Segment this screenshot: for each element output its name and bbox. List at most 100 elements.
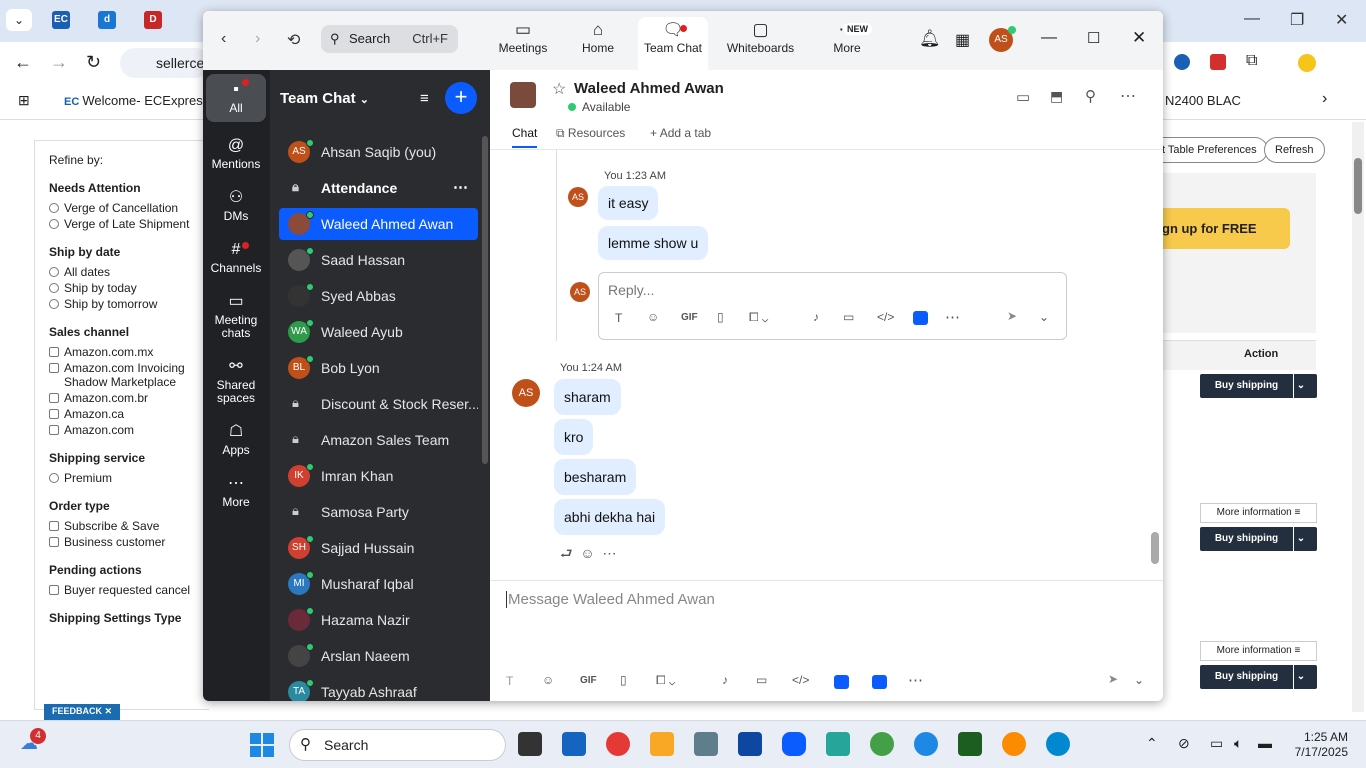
browser-restore-icon[interactable]: ❐	[1290, 10, 1304, 30]
star-icon[interactable]: ☆	[552, 79, 566, 99]
rail-mentions[interactable]: @ Mentions	[206, 134, 266, 171]
maximize-icon[interactable]: ☐	[1087, 29, 1100, 47]
chrome-profile-icon-3[interactable]	[1002, 732, 1026, 756]
filter-option[interactable]: Ship by today	[49, 281, 195, 295]
send-icon[interactable]: ➤	[1108, 672, 1118, 686]
file-explorer-icon[interactable]	[650, 732, 674, 756]
rail-channels[interactable]: # Channels	[206, 238, 266, 275]
rail-all[interactable]: ▪ All	[206, 74, 266, 122]
contact-item[interactable]: 🔒︎ Attendance ⋯	[279, 172, 478, 204]
pdf-extension-icon[interactable]	[1210, 54, 1226, 70]
back-icon[interactable]: ←	[14, 52, 32, 73]
filter-option[interactable]: Amazon.ca	[49, 407, 195, 421]
page-scrollbar[interactable]	[1352, 122, 1364, 712]
tab-whiteboards[interactable]: ▢ Whiteboards	[723, 17, 798, 70]
message-composer[interactable]: Message Waleed Ahmed Awan	[506, 591, 715, 608]
contact-item[interactable]: BL Bob Lyon	[279, 352, 478, 384]
tab-resources[interactable]: ⧉ Resources	[556, 126, 625, 141]
contact-item[interactable]: 🔒︎ Amazon Sales Team	[279, 424, 478, 456]
tray-chevron-icon[interactable]: ⌃	[1146, 735, 1158, 752]
tab-team-chat[interactable]: 🗨 Team Chat	[638, 17, 708, 70]
file-icon[interactable]: ▯	[620, 673, 627, 687]
contact-item[interactable]: SH Sajjad Hussain	[279, 532, 478, 564]
puzzle-icon[interactable]: ⧉	[1246, 52, 1257, 70]
screenshot-icon[interactable]: ⧠ ⌄	[749, 310, 768, 325]
reply-input[interactable]: Reply...	[608, 282, 654, 298]
more-tools-icon[interactable]: ⋯	[945, 308, 960, 326]
tab-add[interactable]: + Add a tab	[650, 126, 711, 140]
network-icon[interactable]: ⊘	[1178, 735, 1190, 752]
bookmarks-overflow-icon[interactable]: ›	[1322, 90, 1327, 108]
emoji-icon[interactable]: ☺	[647, 310, 659, 324]
dhl-tab-icon[interactable]: D	[144, 11, 162, 29]
filter-option[interactable]: Verge of Cancellation	[49, 201, 195, 215]
search-icon[interactable]: ⚲	[1085, 87, 1096, 105]
search-input[interactable]: ⚲ Search Ctrl+F	[321, 25, 458, 53]
extension-icon[interactable]	[1174, 54, 1190, 70]
mic-icon[interactable]: ♪	[722, 673, 728, 687]
tab-icon[interactable]: d	[98, 11, 116, 29]
rail-apps[interactable]: ☖ Apps	[206, 420, 266, 457]
reload-icon[interactable]: ↻	[86, 52, 101, 73]
app-icon[interactable]	[834, 675, 849, 689]
table-preferences-button[interactable]: t Table Preferences	[1152, 137, 1268, 163]
contact-item[interactable]: Saad Hassan	[279, 244, 478, 276]
browser-close-icon[interactable]: ✕	[1335, 10, 1348, 30]
refresh-button[interactable]: Refresh	[1264, 137, 1325, 163]
profile-icon[interactable]	[1298, 54, 1316, 72]
app-icon-2[interactable]	[872, 675, 887, 689]
taskbar-search[interactable]: ⚲ Search	[289, 729, 506, 761]
signup-button[interactable]: gn up for FREE	[1150, 208, 1290, 249]
contact-item[interactable]: IK Imran Khan	[279, 460, 478, 492]
feedback-tab[interactable]: FEEDBACK ✕	[44, 704, 121, 720]
more-information-button[interactable]: More information ≡	[1200, 641, 1317, 661]
tab-chat[interactable]: Chat	[512, 126, 538, 148]
tab-search-chevron-icon[interactable]: ⌄	[6, 9, 32, 31]
rail-shared-spaces[interactable]: ⚯ Shared spaces	[206, 355, 266, 405]
code-icon[interactable]: </>	[792, 673, 809, 687]
send-options-icon[interactable]: ⌄	[1039, 310, 1049, 324]
list-scrollbar[interactable]	[482, 136, 488, 464]
send-icon[interactable]: ➤	[1007, 309, 1017, 323]
more-information-button[interactable]: More information ≡	[1200, 503, 1317, 523]
more-options-icon[interactable]: ⋯	[1120, 86, 1136, 106]
send-options-icon[interactable]: ⌄	[1134, 673, 1144, 687]
contact-item[interactable]: MI Musharaf Iqbal	[279, 568, 478, 600]
app-icon[interactable]	[913, 311, 928, 325]
mic-icon[interactable]: ♪	[813, 310, 819, 324]
filter-option[interactable]: Amazon.com Invoicing Shadow Marketplace	[49, 361, 195, 389]
task-view-icon[interactable]	[518, 732, 542, 756]
forward-icon[interactable]: ›	[255, 30, 260, 48]
battery-icon[interactable]: ▬	[1258, 735, 1272, 751]
apps-grid-icon[interactable]: ⊞	[18, 92, 30, 109]
screenshot-icon[interactable]: ⧠ ⌄	[656, 673, 675, 688]
contact-item[interactable]: 🔒︎ Samosa Party	[279, 496, 478, 528]
filter-option[interactable]: Buyer requested cancel	[49, 583, 195, 597]
filter-option[interactable]: All dates	[49, 265, 195, 279]
calculator-icon[interactable]	[694, 732, 718, 756]
contact-item[interactable]: 🔒︎ Discount & Stock Reser...	[279, 388, 478, 420]
reply-thread-icon[interactable]: ⮐	[560, 545, 573, 561]
share-screen-icon[interactable]: ⬒	[1050, 88, 1063, 105]
filter-option[interactable]: Premium	[49, 471, 195, 485]
contact-item[interactable]: WA Waleed Ayub	[279, 316, 478, 348]
display-icon[interactable]: ▭	[1210, 735, 1223, 752]
gif-icon[interactable]: GIF	[580, 675, 597, 686]
close-icon[interactable]: ✕	[1132, 28, 1146, 48]
bell-icon[interactable]: 🔔︎	[919, 29, 941, 49]
more-tools-icon[interactable]: ⋯	[908, 671, 923, 689]
excel-icon[interactable]	[958, 732, 982, 756]
chrome-icon[interactable]	[606, 732, 630, 756]
new-chat-button[interactable]: +	[445, 82, 477, 114]
filter-option[interactable]: Ship by tomorrow	[49, 297, 195, 311]
format-icon[interactable]: T	[506, 674, 513, 688]
format-icon[interactable]: T	[615, 311, 622, 325]
chrome-profile-icon[interactable]	[870, 732, 894, 756]
file-icon[interactable]: ▯	[717, 310, 724, 324]
emoji-icon[interactable]: ☺	[542, 673, 554, 687]
rail-meeting-chats[interactable]: ▭ Meeting chats	[206, 290, 266, 340]
chrome-profile-icon-2[interactable]	[914, 732, 938, 756]
video-clip-icon[interactable]: ▭	[756, 673, 767, 687]
filter-option[interactable]: Amazon.com.mx	[49, 345, 195, 359]
tab-home[interactable]: ⌂ Home	[571, 17, 625, 70]
